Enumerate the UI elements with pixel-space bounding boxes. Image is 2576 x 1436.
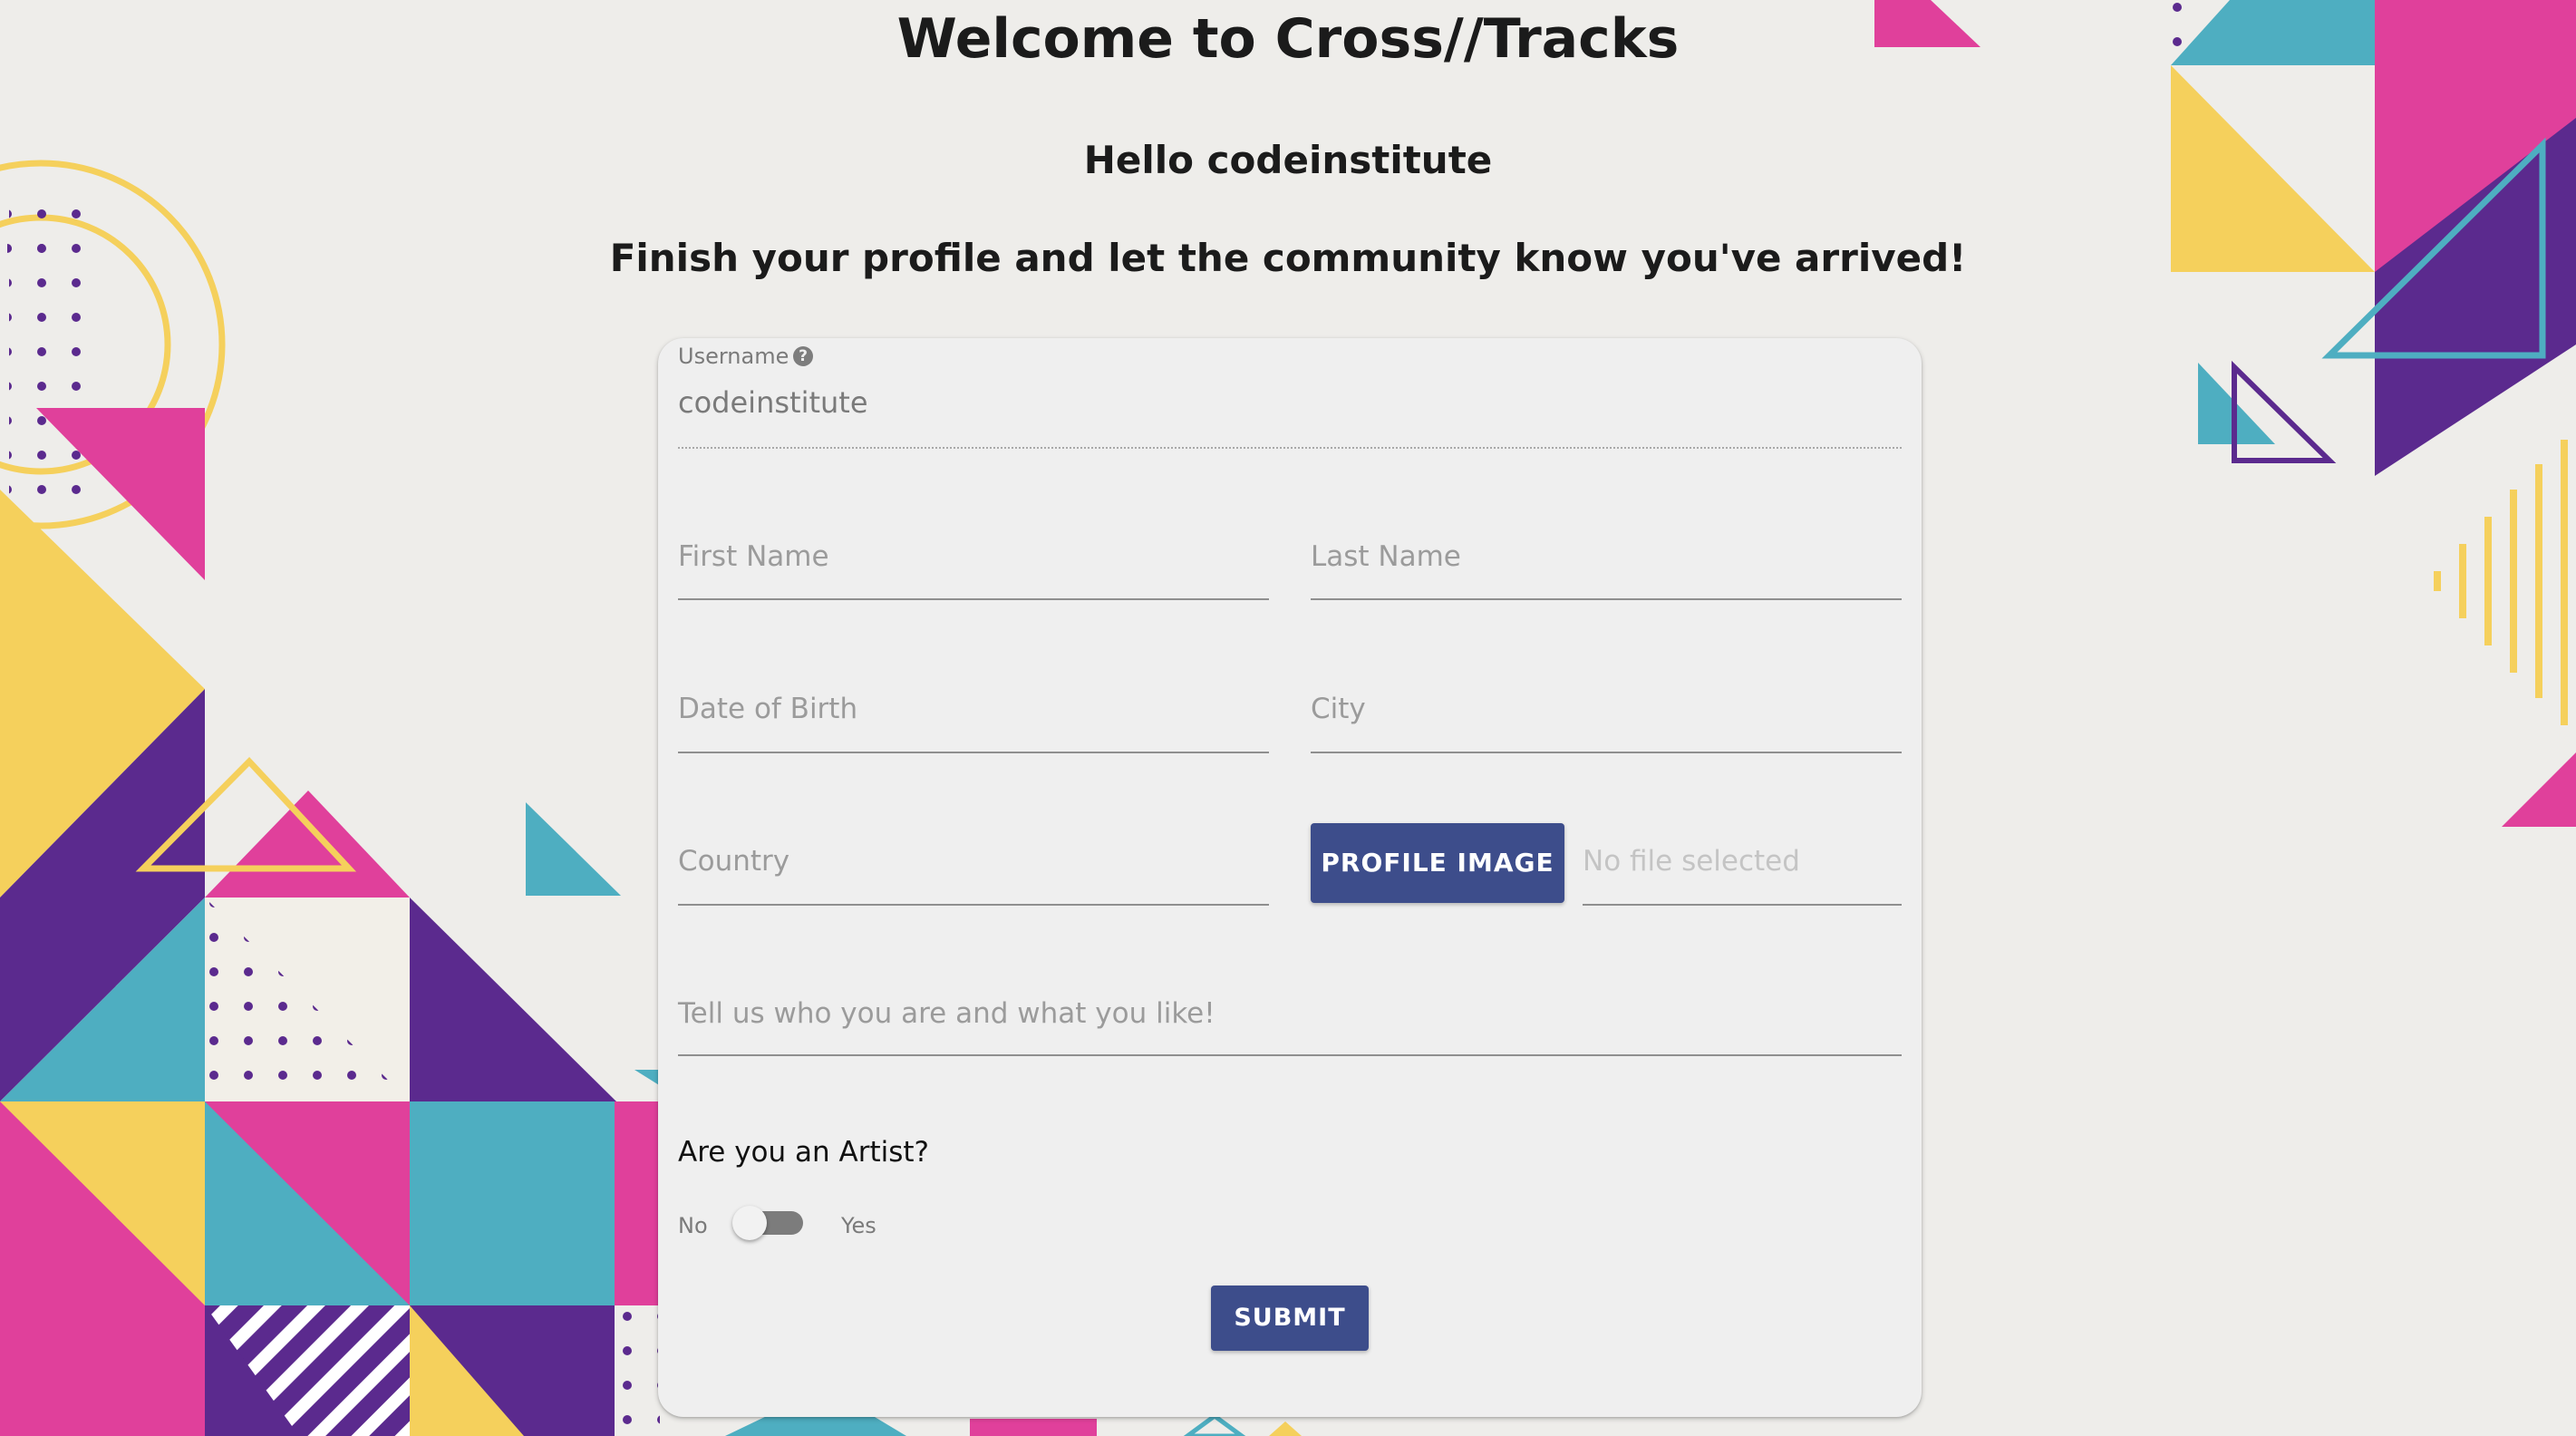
last-name-input[interactable]: Last Name <box>1311 540 1461 573</box>
date-of-birth-underline <box>678 752 1269 753</box>
date-of-birth-input[interactable]: Date of Birth <box>678 693 857 725</box>
artist-question: Are you an Artist? <box>678 1136 929 1169</box>
help-icon[interactable]: ? <box>793 346 813 366</box>
right-pattern <box>2171 0 2576 827</box>
first-name-underline <box>678 598 1269 600</box>
country-input[interactable]: Country <box>678 845 789 878</box>
country-underline <box>678 904 1269 906</box>
last-name-underline <box>1311 598 1902 600</box>
username-underline <box>678 447 1902 449</box>
page-title: Welcome to Cross//Tracks <box>896 7 1680 71</box>
greeting-text: Hello codeinstitute <box>1083 138 1493 182</box>
first-name-input[interactable]: First Name <box>678 540 829 573</box>
artist-toggle[interactable] <box>732 1205 830 1241</box>
toggle-no-label: No <box>678 1213 708 1238</box>
city-input[interactable]: City <box>1311 693 1366 725</box>
submit-button[interactable]: SUBMIT <box>1211 1286 1369 1351</box>
toggle-knob <box>732 1206 767 1240</box>
toggle-yes-label: Yes <box>841 1213 876 1238</box>
profile-form-card: Username ? codeinstitute First Name Last… <box>658 338 1922 1417</box>
profile-image-button[interactable]: PROFILE IMAGE <box>1311 823 1564 903</box>
username-field[interactable]: codeinstitute <box>678 385 868 420</box>
bio-textarea[interactable]: Tell us who you are and what you like! <box>678 997 1215 1030</box>
city-underline <box>1311 752 1902 753</box>
bio-underline <box>678 1054 1902 1056</box>
file-name-underline <box>1583 904 1902 906</box>
file-name-field[interactable]: No file selected <box>1583 845 1800 878</box>
username-label: Username <box>678 344 789 369</box>
page-subtitle: Finish your profile and let the communit… <box>609 236 1967 280</box>
left-pattern <box>0 160 671 1436</box>
